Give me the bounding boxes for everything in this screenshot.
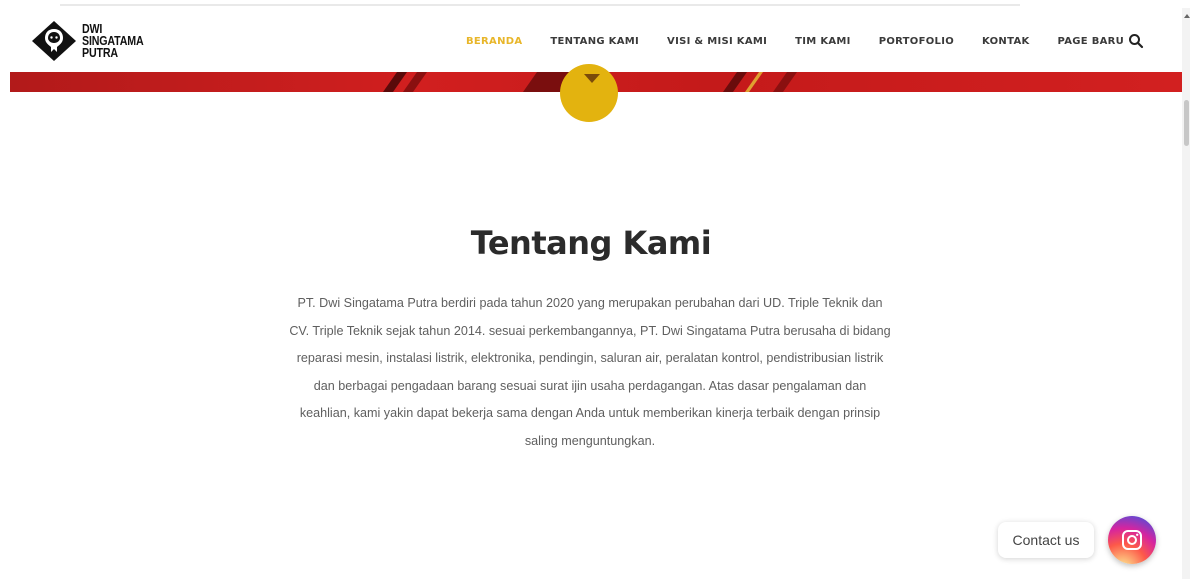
nav-item-page-baru[interactable]: PAGE BARU [1058, 36, 1125, 47]
about-line: dan berbagai pengadaan barang sesuai sur… [313, 378, 867, 393]
nav-item-kontak[interactable]: KONTAK [982, 36, 1030, 47]
site-header: DWI SINGATAMA PUTRA BERANDA TENTANG KAMI… [0, 8, 1182, 72]
about-line: saling menguntungkan. [524, 433, 656, 448]
nav-item-tentang-kami[interactable]: TENTANG KAMI [550, 36, 639, 47]
scrollbar-thumb[interactable] [1184, 100, 1189, 146]
chevron-down-icon [584, 74, 600, 83]
banner-stripe [402, 72, 428, 92]
logo-line-3: PUTRA [82, 45, 118, 60]
banner-stripe [772, 72, 798, 92]
instagram-icon [1122, 530, 1142, 550]
scroll-down-circle[interactable] [560, 64, 618, 122]
lion-shield-icon [32, 21, 76, 61]
section-title: Tentang Kami [470, 224, 712, 262]
browser-top-divider [60, 4, 1020, 6]
about-paragraph: PT. Dwi Singatama Putra berdiri pada tah… [235, 290, 945, 455]
main-nav: BERANDA TENTANG KAMI VISI & MISI KAMI TI… [466, 36, 1152, 47]
about-line: CV. Triple Teknik sejak tahun 2014. sesu… [289, 323, 891, 338]
scroll-up-arrow-icon[interactable] [1184, 14, 1190, 18]
about-line: reparasi mesin, instalasi listrik, elekt… [296, 351, 884, 365]
banner-stripe [382, 72, 408, 92]
nav-item-beranda[interactable]: BERANDA [466, 36, 522, 47]
about-line: PT. Dwi Singatama Putra berdiri pada tah… [297, 296, 883, 310]
nav-item-visi-misi-kami[interactable]: VISI & MISI KAMI [667, 36, 767, 47]
banner-stripe [744, 72, 764, 92]
nav-item-portofolio[interactable]: PORTOFOLIO [879, 36, 954, 47]
logo-wordmark: DWI SINGATAMA PUTRA [82, 22, 157, 60]
instagram-button[interactable] [1108, 516, 1156, 564]
about-line: keahlian, kami yakin dapat bekerja sama … [299, 406, 881, 420]
nav-item-tim-kami[interactable]: TIM KAMI [795, 36, 851, 47]
scrollbar[interactable] [1182, 8, 1190, 579]
search-icon[interactable] [1128, 33, 1144, 49]
page: DWI SINGATAMA PUTRA BERANDA TENTANG KAMI… [0, 0, 1190, 579]
site-logo[interactable]: DWI SINGATAMA PUTRA [30, 18, 180, 64]
contact-us-button[interactable]: Contact us [998, 522, 1094, 558]
banner-stripe [722, 72, 748, 92]
